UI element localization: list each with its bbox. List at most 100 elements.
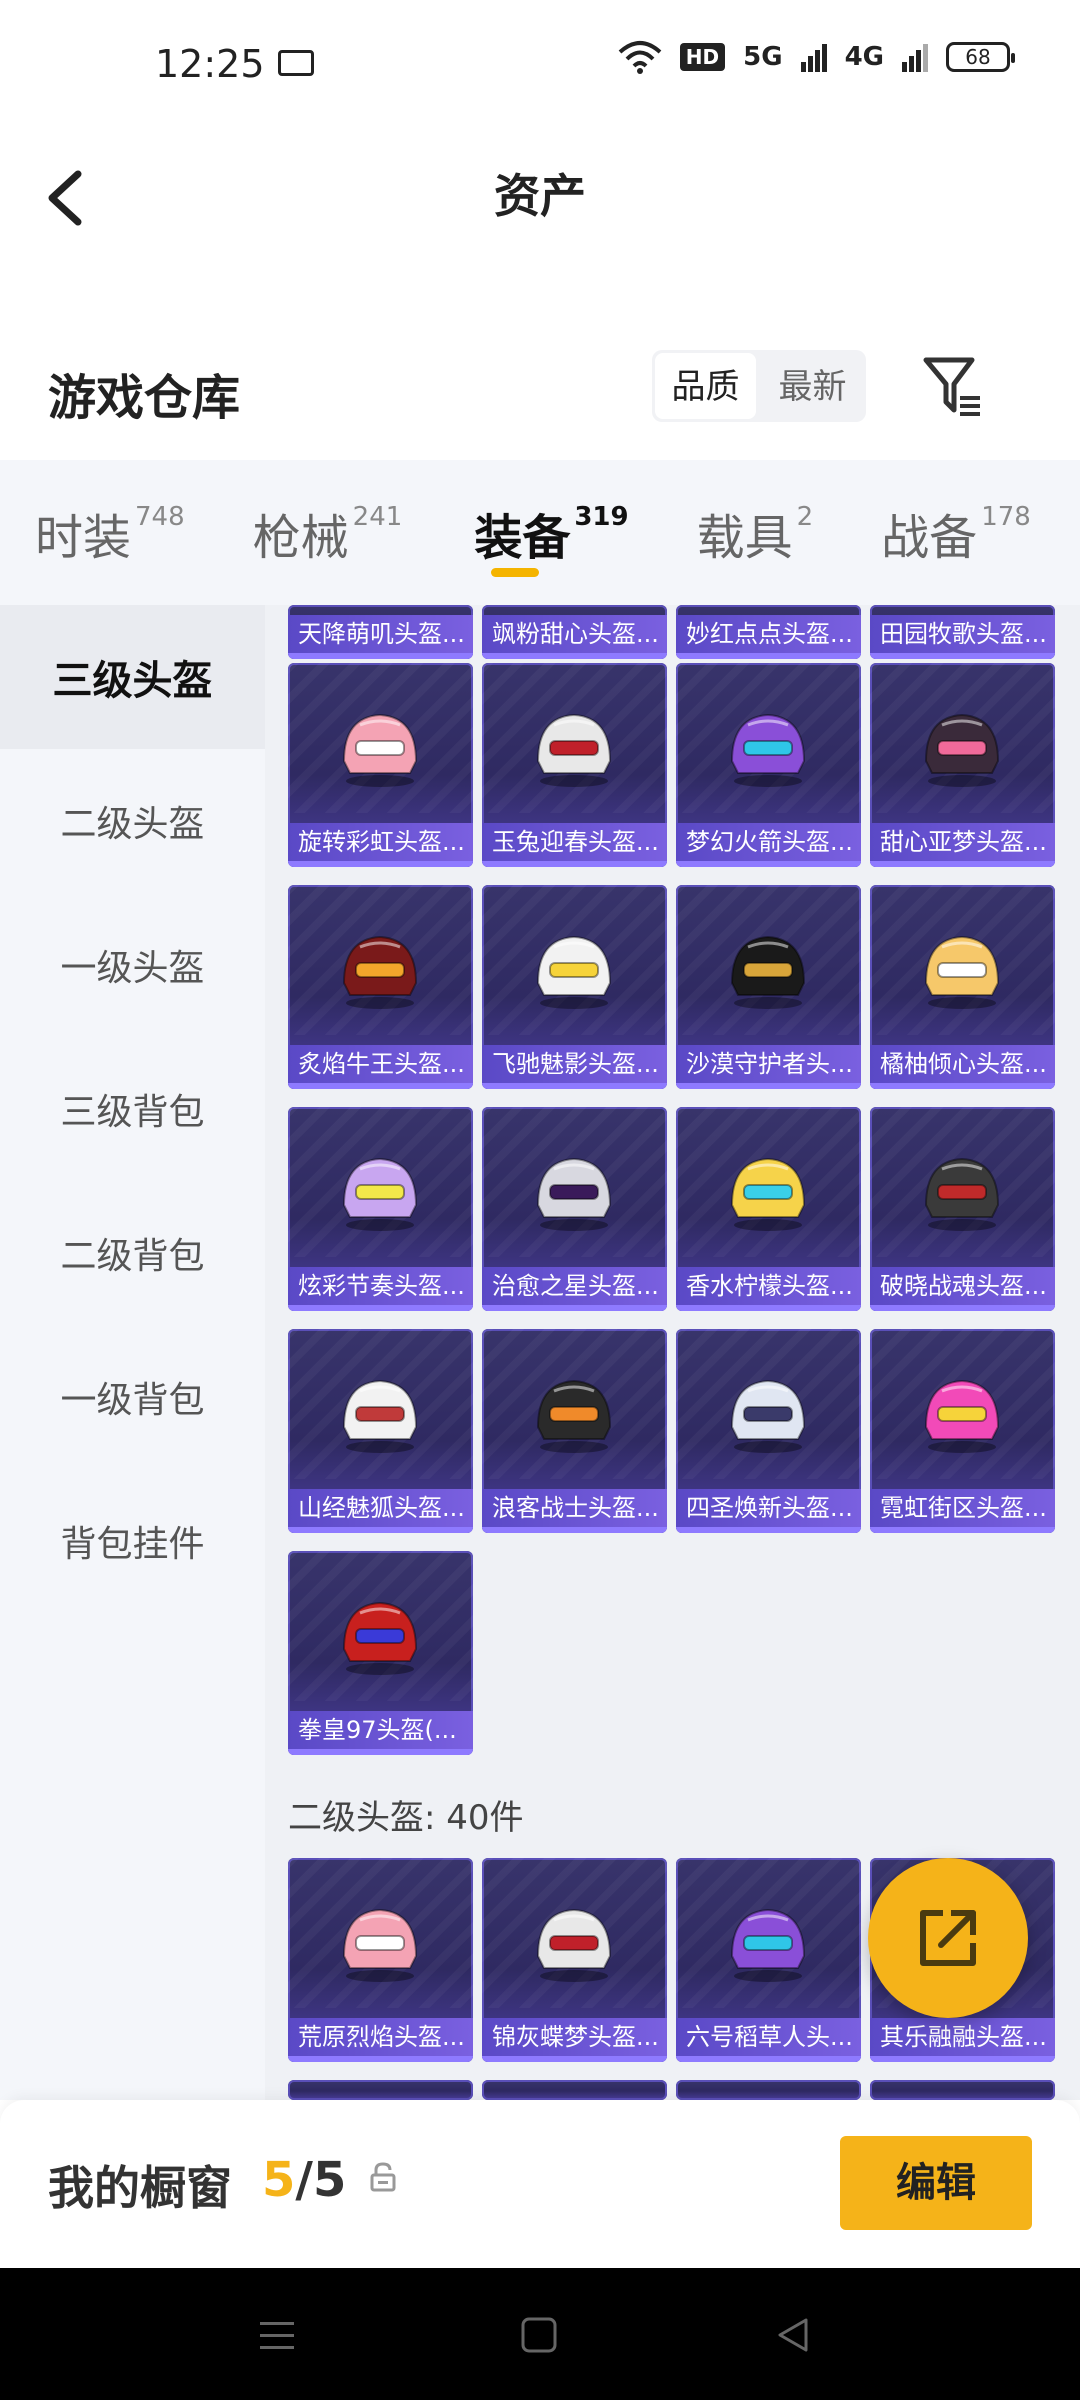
sidebar-item-backpack-charm[interactable]: 背包挂件 (0, 1469, 265, 1613)
tab-label: 时装 (35, 509, 132, 566)
tab-equipment[interactable]: 装备 319 (402, 460, 629, 605)
sidebar-item-level1-helmet[interactable]: 一级头盔 (0, 893, 265, 1037)
showcase-bar: 我的橱窗 5/5 编辑 (0, 2100, 1080, 2268)
sort-quality-option[interactable]: 品质 (655, 353, 756, 419)
helmet-icon (342, 1157, 418, 1231)
item-card[interactable]: 锦灰蝶梦头盔... (482, 1858, 667, 2062)
item-card[interactable]: 拳皇97头盔(... (288, 1551, 473, 1755)
back-nav-icon[interactable] (766, 2308, 820, 2362)
helmet-icon (924, 1379, 1000, 1453)
item-card[interactable]: 浪客战士头盔... (482, 1329, 667, 1533)
warehouse-title: 游戏仓库 (48, 370, 241, 426)
card-bar (482, 1305, 667, 1311)
item-card[interactable]: 飒粉甜心头盔... (482, 605, 667, 659)
status-bar: 12:25 HD 5G 4G 68 (0, 0, 1080, 130)
showcase-count: 5/5 (262, 2152, 347, 2208)
item-card[interactable]: 六号稻草人头... (676, 1858, 861, 2062)
tab-count: 178 (981, 501, 1031, 532)
tab-vehicles[interactable]: 载具 2 (629, 460, 814, 605)
filter-button[interactable] (920, 352, 984, 422)
warehouse-header: 游戏仓库 品质 最新 (0, 330, 1080, 450)
item-card[interactable]: 妙红点点头盔... (676, 605, 861, 659)
signal-5g-icon: 5G (743, 42, 783, 72)
item-card[interactable]: 沙漠守护者头... (676, 885, 861, 1089)
item-name: 四圣焕新头盔... (676, 1489, 861, 1527)
tab-label: 装备 (474, 509, 571, 566)
tab-underline (491, 568, 540, 577)
item-card[interactable]: 四圣焕新头盔... (676, 1329, 861, 1533)
card-bar (676, 2056, 861, 2062)
item-card[interactable] (870, 2080, 1055, 2100)
helmet-icon (536, 1908, 612, 1982)
card-bar (482, 861, 667, 867)
item-card[interactable]: 破晓战魂头盔... (870, 1107, 1055, 1311)
edit-button[interactable]: 编辑 (840, 2136, 1032, 2230)
home-icon[interactable] (512, 2308, 566, 2362)
item-card[interactable]: 山经魅狐头盔... (288, 1329, 473, 1533)
item-name: 妙红点点头盔... (676, 615, 861, 653)
item-card[interactable]: 炙焰牛王头盔... (288, 885, 473, 1089)
sort-newest-option[interactable]: 最新 (762, 353, 863, 419)
item-card[interactable]: 橘柚倾心头盔... (870, 885, 1055, 1089)
share-fab[interactable] (868, 1858, 1028, 2018)
item-name: 玉兔迎春头盔... (482, 823, 667, 861)
sidebar-item-level2-helmet[interactable]: 二级头盔 (0, 749, 265, 893)
helmet-icon (730, 1379, 806, 1453)
helmet-icon (730, 1908, 806, 1982)
sidebar-item-level3-backpack[interactable]: 三级背包 (0, 1037, 265, 1181)
page-title: 资产 (494, 169, 586, 223)
item-card[interactable]: 荒原烈焰头盔... (288, 1858, 473, 2062)
item-name: 炫彩节奏头盔... (288, 1267, 473, 1305)
partial-row-bottom (288, 2080, 1055, 2100)
share-icon (920, 1910, 976, 1966)
card-bar (482, 653, 667, 659)
item-card[interactable]: 玉兔迎春头盔... (482, 663, 667, 867)
card-bar (482, 2056, 667, 2062)
menu-icon[interactable] (250, 2308, 304, 2362)
card-bar (288, 1083, 473, 1089)
item-name: 香水柠檬头盔... (676, 1267, 861, 1305)
card-bar (870, 1083, 1055, 1089)
item-card[interactable]: 炫彩节奏头盔... (288, 1107, 473, 1311)
tab-firearms[interactable]: 枪械 241 (185, 460, 403, 605)
card-bar (676, 653, 861, 659)
tab-count: 2 (796, 501, 814, 532)
tab-count: 241 (352, 501, 403, 532)
helmet-icon (342, 1908, 418, 1982)
level2-group-title: 二级头盔: 40件 (288, 1798, 524, 1838)
card-bar (288, 861, 473, 867)
item-card[interactable]: 田园牧歌头盔... (870, 605, 1055, 659)
tab-fashion[interactable]: 时装 748 (0, 460, 185, 605)
sidebar-item-level2-backpack[interactable]: 二级背包 (0, 1181, 265, 1325)
item-card[interactable]: 甜心亚梦头盔... (870, 663, 1055, 867)
item-card[interactable] (288, 2080, 473, 2100)
item-card[interactable] (676, 2080, 861, 2100)
item-card[interactable]: 香水柠檬头盔... (676, 1107, 861, 1311)
card-bar (288, 1305, 473, 1311)
hd-badge: HD (679, 43, 726, 71)
item-card[interactable]: 天降萌叽头盔... (288, 605, 473, 659)
item-card[interactable]: 飞驰魅影头盔... (482, 885, 667, 1089)
item-card[interactable]: 霓虹街区头盔... (870, 1329, 1055, 1533)
item-name: 霓虹街区头盔... (870, 1489, 1055, 1527)
sidebar-item-level1-backpack[interactable]: 一级背包 (0, 1325, 265, 1469)
card-bar (676, 1083, 861, 1089)
card-bar (870, 1305, 1055, 1311)
card-bar (676, 1305, 861, 1311)
item-name: 飒粉甜心头盔... (482, 615, 667, 653)
item-card[interactable]: 治愈之星头盔... (482, 1107, 667, 1311)
helmet-icon (730, 935, 806, 1009)
item-card[interactable]: 梦幻火箭头盔... (676, 663, 861, 867)
sidebar-item-level3-helmet[interactable]: 三级头盔 (0, 605, 265, 749)
item-name: 其乐融融头盔... (870, 2018, 1055, 2056)
tab-supplies[interactable]: 战备 178 (813, 460, 1031, 605)
item-card[interactable] (482, 2080, 667, 2100)
card-bar (288, 1527, 473, 1533)
item-name: 治愈之星头盔... (482, 1267, 667, 1305)
item-name: 甜心亚梦头盔... (870, 823, 1055, 861)
item-name: 田园牧歌头盔... (870, 615, 1055, 653)
card-bar (870, 1527, 1055, 1533)
item-card[interactable]: 旋转彩虹头盔... (288, 663, 473, 867)
lock-icon (370, 2162, 396, 2192)
helmet-icon (924, 935, 1000, 1009)
